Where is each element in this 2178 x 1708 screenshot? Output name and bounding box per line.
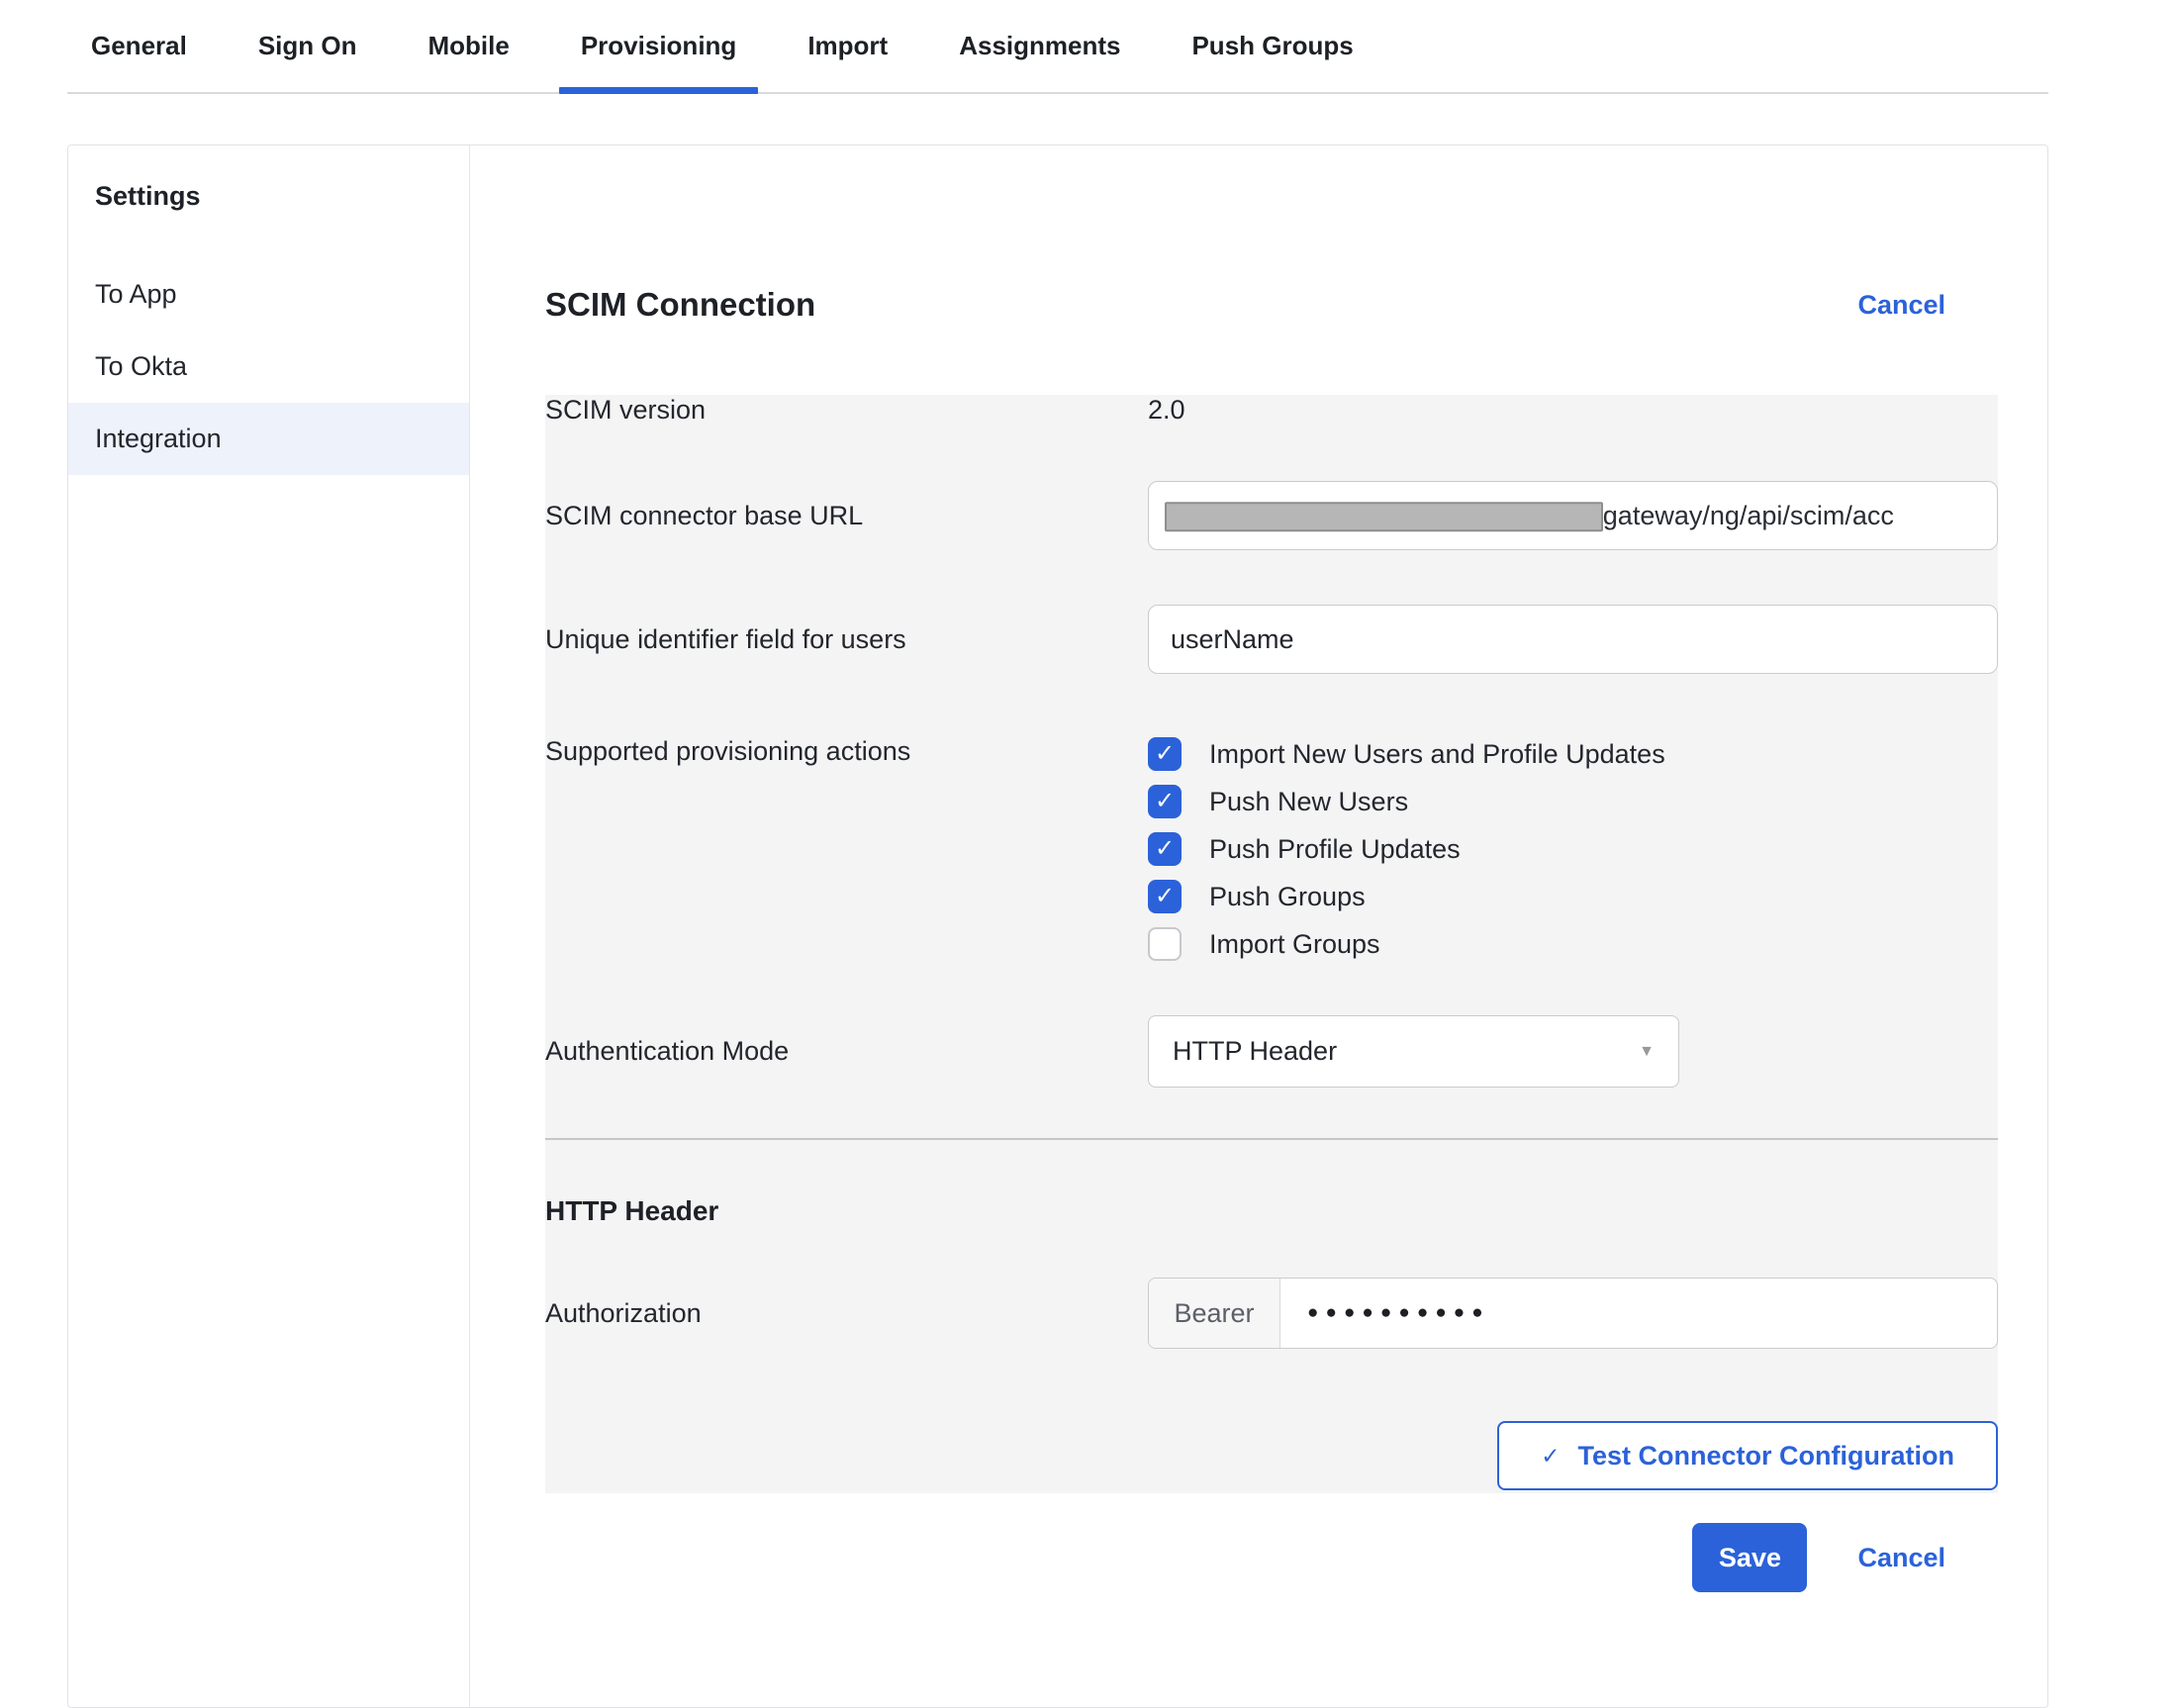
authentication-mode-row: Authentication Mode HTTP Header ▼ — [545, 1015, 1998, 1088]
settings-card: Settings To AppTo OktaIntegration SCIM C… — [67, 144, 2048, 1708]
tab-push-groups[interactable]: Push Groups — [1170, 0, 1374, 92]
sidebar-item-to-okta[interactable]: To Okta — [68, 331, 469, 403]
tab-import[interactable]: Import — [786, 0, 909, 92]
authorization-label: Authorization — [545, 1298, 1148, 1329]
checkbox-label: Import New Users and Profile Updates — [1209, 739, 1665, 770]
authorization-prefix: Bearer — [1149, 1279, 1280, 1348]
checkbox-label: Import Groups — [1209, 929, 1380, 960]
authorization-token-input[interactable]: ●●●●●●●●●● — [1280, 1279, 1997, 1348]
scim-version-row: SCIM version 2.0 — [545, 395, 1998, 481]
test-connector-button[interactable]: ✓ Test Connector Configuration — [1497, 1421, 1998, 1490]
form-footer: Save Cancel — [545, 1523, 1998, 1592]
checkbox-row-import-new-users-and-profile-updates: ✓ Import New Users and Profile Updates — [1148, 730, 1998, 778]
provisioning-main: SCIM Connection Cancel SCIM version 2.0 … — [470, 145, 2047, 1707]
test-connector-row: ✓ Test Connector Configuration — [545, 1421, 1998, 1490]
provisioning-actions-label: Supported provisioning actions — [545, 730, 1148, 767]
unique-identifier-input[interactable] — [1148, 605, 1998, 674]
scim-form-panel: SCIM version 2.0 SCIM connector base URL… — [545, 395, 1998, 1493]
checkbox-checked-import-new-users-and-profile-updates[interactable]: ✓ — [1148, 737, 1182, 771]
checkbox-label: Push Groups — [1209, 882, 1366, 912]
tab-assignments[interactable]: Assignments — [937, 0, 1142, 92]
sidebar-item-integration[interactable]: Integration — [68, 403, 469, 475]
checkbox-checked-push-new-users[interactable]: ✓ — [1148, 785, 1182, 818]
checkbox-row-push-profile-updates: ✓ Push Profile Updates — [1148, 825, 1998, 873]
scim-version-label: SCIM version — [545, 395, 1148, 426]
tab-mobile[interactable]: Mobile — [407, 0, 531, 92]
checkbox-row-import-groups: Import Groups — [1148, 920, 1998, 968]
checkbox-row-push-groups: ✓ Push Groups — [1148, 873, 1998, 920]
http-header-section-title: HTTP Header — [545, 1195, 1998, 1229]
provisioning-options: ✓ Import New Users and Profile Updates ✓ Pu… — [1148, 730, 1998, 968]
base-url-input[interactable]: https://h5kd-135-19-67-148.ngrok.io/gate… — [1148, 481, 1998, 550]
base-url-visible-text: /gateway/ng/api/scim/acc — [1595, 501, 1894, 530]
tab-provisioning[interactable]: Provisioning — [559, 0, 758, 92]
checkbox-row-push-new-users: ✓ Push New Users — [1148, 778, 1998, 825]
checkbox-unchecked-import-groups[interactable] — [1148, 927, 1182, 961]
page-title: SCIM Connection — [545, 286, 815, 324]
tab-sign-on[interactable]: Sign On — [237, 0, 379, 92]
unique-identifier-label: Unique identifier field for users — [545, 624, 1148, 655]
sidebar-title: Settings — [68, 181, 469, 246]
authentication-mode-value: HTTP Header — [1173, 1036, 1337, 1067]
sidebar-item-to-app[interactable]: To App — [68, 258, 469, 331]
test-connector-label: Test Connector Configuration — [1578, 1441, 1954, 1471]
title-row: SCIM Connection Cancel — [545, 286, 1998, 324]
authorization-row: Authorization Bearer ●●●●●●●●●● — [545, 1278, 1998, 1349]
provisioning-actions-row: Supported provisioning actions ✓ Import N… — [545, 730, 1998, 968]
check-icon: ✓ — [1541, 1443, 1560, 1470]
checkbox-checked-push-groups[interactable]: ✓ — [1148, 880, 1182, 913]
checkbox-checked-push-profile-updates[interactable]: ✓ — [1148, 832, 1182, 866]
tab-general[interactable]: General — [69, 0, 209, 92]
scim-version-value: 2.0 — [1148, 395, 1185, 425]
unique-identifier-row: Unique identifier field for users — [545, 605, 1998, 674]
save-button[interactable]: Save — [1692, 1523, 1807, 1592]
settings-sidebar: Settings To AppTo OktaIntegration — [68, 145, 470, 1707]
cancel-link-top[interactable]: Cancel — [1857, 290, 1945, 321]
checkbox-label: Push Profile Updates — [1209, 834, 1461, 865]
chevron-down-icon: ▼ — [1639, 1043, 1655, 1061]
authorization-input-group: Bearer ●●●●●●●●●● — [1148, 1278, 1998, 1349]
base-url-row: SCIM connector base URL https://h5kd-135… — [545, 481, 1998, 550]
tab-bar: General Sign On Mobile Provisioning Import As… — [67, 0, 2048, 92]
checkbox-label: Push New Users — [1209, 787, 1408, 817]
base-url-redacted-text: https://h5kd-135-19-67-148.ngrok.io — [1171, 482, 1595, 549]
cancel-link-bottom[interactable]: Cancel — [1857, 1543, 1945, 1573]
authentication-mode-label: Authentication Mode — [545, 1036, 1148, 1067]
sidebar-items: To AppTo OktaIntegration — [68, 258, 469, 475]
section-divider — [545, 1138, 1998, 1140]
app-tab-bar-wrapper: General Sign On Mobile Provisioning Import As… — [67, 0, 2048, 94]
authentication-mode-select[interactable]: HTTP Header ▼ — [1148, 1015, 1679, 1088]
base-url-label: SCIM connector base URL — [545, 501, 1148, 531]
